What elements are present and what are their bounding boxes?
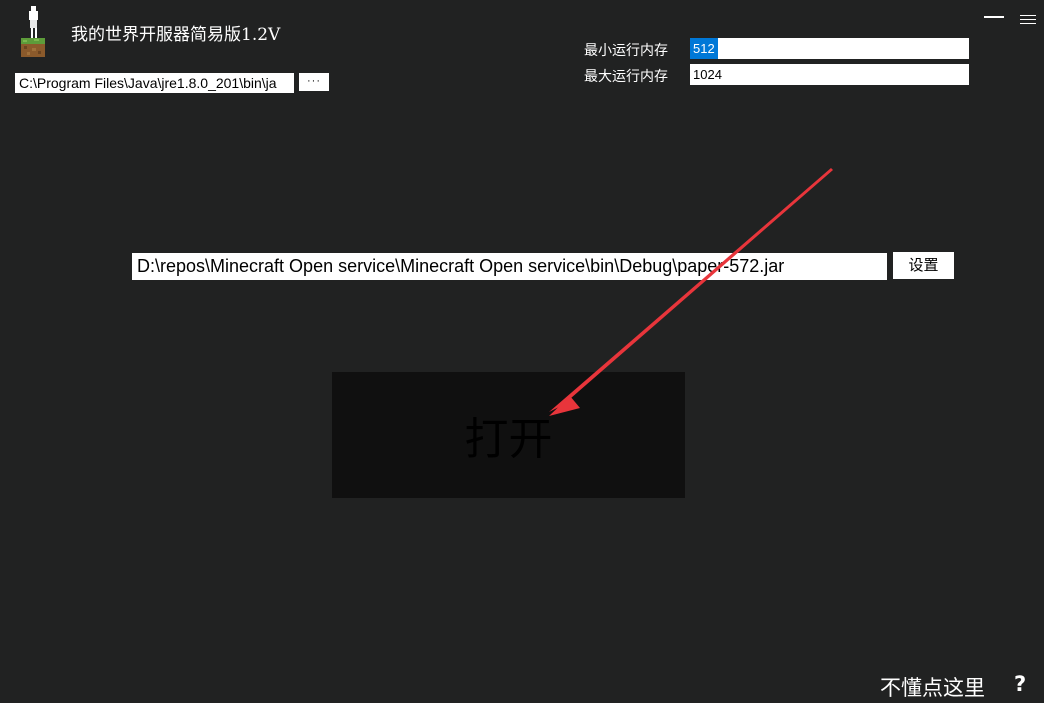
settings-button[interactable]: 设置 [893, 252, 954, 279]
open-server-button[interactable]: 打开 [332, 372, 685, 498]
max-memory-label: 最大运行内存 [584, 69, 668, 85]
help-link[interactable]: 不懂点这里 [880, 672, 985, 702]
minecraft-grass-block-icon [20, 6, 46, 58]
min-memory-value: 512 [690, 38, 718, 59]
min-memory-field[interactable]: 512 [690, 38, 969, 59]
help-question-icon[interactable]: ? [1014, 672, 1026, 696]
max-memory-field[interactable]: 1024 [690, 64, 969, 85]
browse-java-button[interactable]: ··· [299, 73, 329, 91]
java-path-field[interactable]: C:\Program Files\Java\jre1.8.0_201\bin\j… [15, 73, 294, 93]
annotation-arrow-icon [549, 168, 833, 416]
min-memory-label: 最小运行内存 [584, 43, 668, 59]
hamburger-menu-icon[interactable] [1018, 11, 1038, 27]
server-jar-path-field[interactable]: D:\repos\Minecraft Open service\Minecraf… [132, 253, 887, 280]
minimize-icon[interactable] [983, 9, 1005, 25]
app-title: 我的世界开服器简易版1.2V [71, 25, 281, 45]
